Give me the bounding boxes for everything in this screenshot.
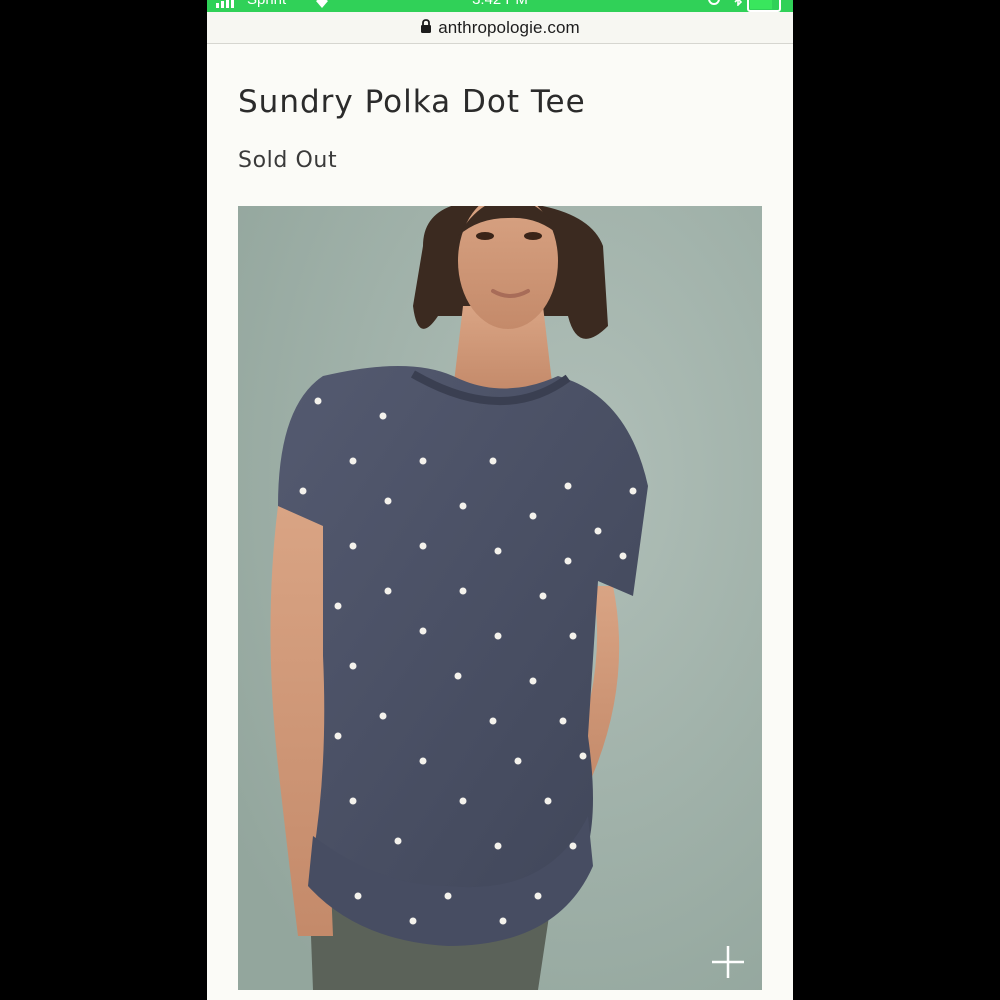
- product-title: Sundry Polka Dot Tee: [238, 84, 586, 120]
- status-time: 3:42 PM: [207, 0, 793, 8]
- lock-icon: [420, 18, 432, 37]
- product-illustration: [238, 206, 762, 990]
- availability-status: Sold Out: [238, 148, 338, 173]
- bluetooth-icon: [733, 0, 743, 10]
- battery-icon: [747, 0, 781, 12]
- url-text: anthropologie.com: [438, 17, 580, 37]
- orientation-lock-icon: [707, 0, 721, 10]
- phone-screen: Sprint 3:42 PM anthropologie.com Sundry …: [207, 0, 793, 1000]
- status-bar: Sprint 3:42 PM: [207, 0, 793, 12]
- zoom-plus-icon[interactable]: [708, 942, 748, 982]
- product-photo[interactable]: [238, 206, 762, 990]
- browser-address-bar[interactable]: anthropologie.com: [207, 12, 793, 44]
